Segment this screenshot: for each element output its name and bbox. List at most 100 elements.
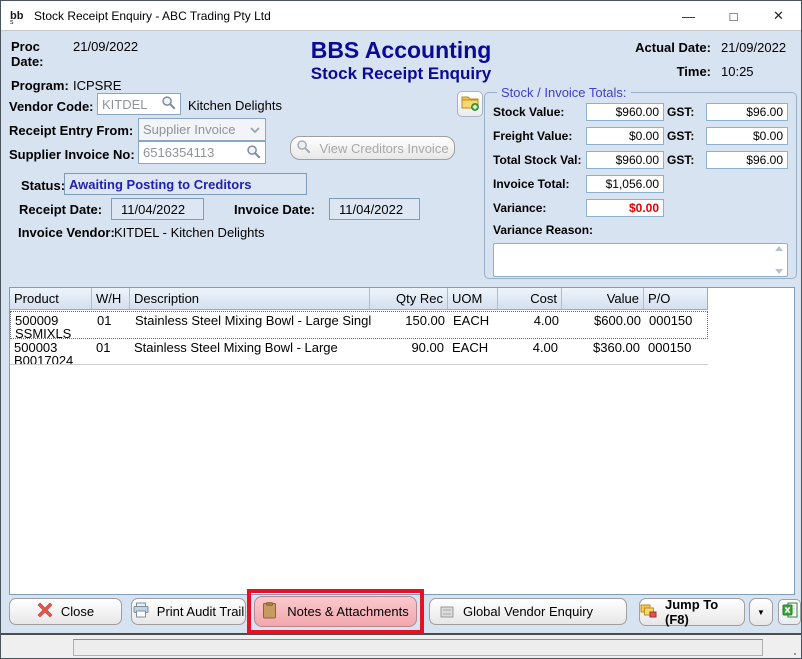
cell-uom: EACH [449, 312, 499, 338]
jump-to-button[interactable]: Jump To (F8) [639, 598, 745, 626]
table-header-description[interactable]: Description [130, 288, 370, 309]
cell-wh: 01 [93, 312, 131, 338]
stock-gst-field: $96.00 [706, 103, 788, 121]
print-audit-trail-button[interactable]: Print Audit Trail [131, 598, 246, 625]
cell-qty-rec: 150.00 [371, 312, 449, 338]
program-label: Program: [11, 78, 73, 93]
variance-reason-label: Variance Reason: [493, 223, 788, 237]
products-table: Product W/H Description Qty Rec UOM Cost… [9, 287, 795, 595]
printer-icon [133, 602, 149, 621]
cell-description: Stainless Steel Mixing Bowl - Large Sing… [131, 312, 371, 338]
notepad-icon [262, 602, 277, 622]
search-icon [296, 139, 311, 157]
spin-up-icon[interactable] [775, 246, 783, 251]
annotation-highlight: Notes & Attachments [247, 589, 424, 634]
cell-po: 000150 [644, 339, 707, 364]
invoice-date-label: Invoice Date: [234, 202, 315, 217]
cell-cost: 4.00 [498, 339, 562, 364]
supplier-invoice-no-field[interactable]: 6516354113 [138, 141, 266, 164]
total-stock-label: Total Stock Val: [493, 153, 583, 167]
actual-date-value: 21/09/2022 [721, 40, 793, 55]
app-logo-icon: bb s [9, 7, 27, 25]
header-left: Proc Date: 21/09/2022 Program: ICPSRE [11, 39, 138, 93]
table-header-cost[interactable]: Cost [498, 288, 562, 309]
proc-date-label: Proc Date: [11, 39, 73, 69]
global-vendor-enquiry-button[interactable]: Global Vendor Enquiry [429, 598, 627, 625]
invoice-vendor-value: KITDEL - Kitchen Delights [114, 225, 265, 240]
excel-icon [782, 602, 798, 623]
table-header-po[interactable]: P/O [644, 288, 707, 309]
jump-to-dropdown-button[interactable]: ▼ [749, 598, 773, 626]
resize-grip[interactable] [794, 653, 796, 655]
svg-text:s: s [10, 19, 14, 25]
table-header-product[interactable]: Product [10, 288, 92, 309]
cell-uom: EACH [448, 339, 498, 364]
chevron-down-icon [249, 122, 261, 137]
status-message-area [73, 639, 763, 656]
freight-value-field: $0.00 [586, 127, 664, 145]
cell-description: Stainless Steel Mixing Bowl - Large [130, 339, 370, 364]
receipt-entry-from-select: Supplier Invoice [138, 118, 266, 141]
header-right: Actual Date: 21/09/2022 Time: 10:25 [635, 40, 793, 79]
invoice-vendor-label: Invoice Vendor: [18, 225, 115, 240]
total-gst-label: GST: [667, 153, 703, 167]
titlebar: bb s Stock Receipt Enquiry - ABC Trading… [1, 1, 801, 31]
view-creditors-invoice-button[interactable]: View Creditors Invoice [290, 136, 455, 160]
freight-gst-label: GST: [667, 129, 703, 143]
stock-value-label: Stock Value: [493, 105, 583, 119]
freight-gst-field: $0.00 [706, 127, 788, 145]
cell-po: 000150 [645, 312, 708, 338]
search-icon[interactable] [161, 95, 176, 113]
app-window: bb s Stock Receipt Enquiry - ABC Trading… [0, 0, 802, 659]
close-icon [37, 602, 53, 621]
time-label: Time: [635, 64, 711, 79]
window-controls: — □ ✕ [666, 1, 801, 31]
cell-value: $600.00 [563, 312, 645, 338]
export-excel-button[interactable] [778, 599, 801, 625]
close-window-button[interactable]: ✕ [756, 1, 801, 31]
time-value: 10:25 [721, 64, 793, 79]
table-header-wh[interactable]: W/H [92, 288, 130, 309]
total-gst-field: $96.00 [706, 151, 788, 169]
invoice-total-field: $1,056.00 [586, 175, 664, 193]
window-title: Stock Receipt Enquiry - ABC Trading Pty … [34, 9, 271, 23]
stock-gst-label: GST: [667, 105, 703, 119]
search-icon[interactable] [246, 144, 261, 162]
receipt-date-label: Receipt Date: [19, 202, 102, 217]
cell-qty-rec: 90.00 [370, 339, 448, 364]
receipt-entry-from-label: Receipt Entry From: [9, 123, 133, 138]
maximize-button[interactable]: □ [711, 1, 756, 31]
receipt-date-field: 11/04/2022 [111, 198, 204, 220]
close-button[interactable]: Close [9, 598, 122, 625]
actual-date-label: Actual Date: [635, 40, 711, 55]
invoice-date-field: 11/04/2022 [329, 198, 420, 220]
variance-field: $0.00 [586, 199, 664, 217]
card-file-icon [439, 604, 455, 623]
notes-attachments-button[interactable]: Notes & Attachments [254, 596, 417, 627]
table-row[interactable]: 500003 B0017024 01 Stainless Steel Mixin… [10, 339, 708, 365]
table-header-qty-rec[interactable]: Qty Rec [370, 288, 448, 309]
add-attachment-button[interactable] [457, 91, 483, 117]
table-row[interactable]: 500009 SSMIXLS 01 Stainless Steel Mixing… [10, 311, 708, 339]
table-header-uom[interactable]: UOM [448, 288, 498, 309]
spin-down-icon[interactable] [775, 269, 783, 274]
program-value: ICPSRE [73, 78, 138, 93]
cell-product: 500003 B0017024 [10, 339, 92, 364]
vendor-code-label: Vendor Code: [9, 99, 94, 114]
status-label: Status: [21, 178, 65, 193]
variance-label: Variance: [493, 201, 583, 215]
status-bar [1, 633, 801, 659]
minimize-button[interactable]: — [666, 1, 711, 31]
table-header-value[interactable]: Value [562, 288, 644, 309]
status-field: Awaiting Posting to Creditors [64, 173, 307, 195]
vendor-code-field[interactable]: KITDEL [97, 93, 181, 115]
variance-reason-input[interactable] [493, 243, 788, 277]
chevron-down-icon: ▼ [757, 608, 765, 617]
table-header-row: Product W/H Description Qty Rec UOM Cost… [10, 288, 708, 310]
cell-wh: 01 [92, 339, 130, 364]
proc-date-value: 21/09/2022 [73, 39, 138, 69]
total-stock-field: $960.00 [586, 151, 664, 169]
invoice-total-label: Invoice Total: [493, 177, 583, 191]
freight-value-label: Freight Value: [493, 129, 583, 143]
cell-value: $360.00 [562, 339, 644, 364]
